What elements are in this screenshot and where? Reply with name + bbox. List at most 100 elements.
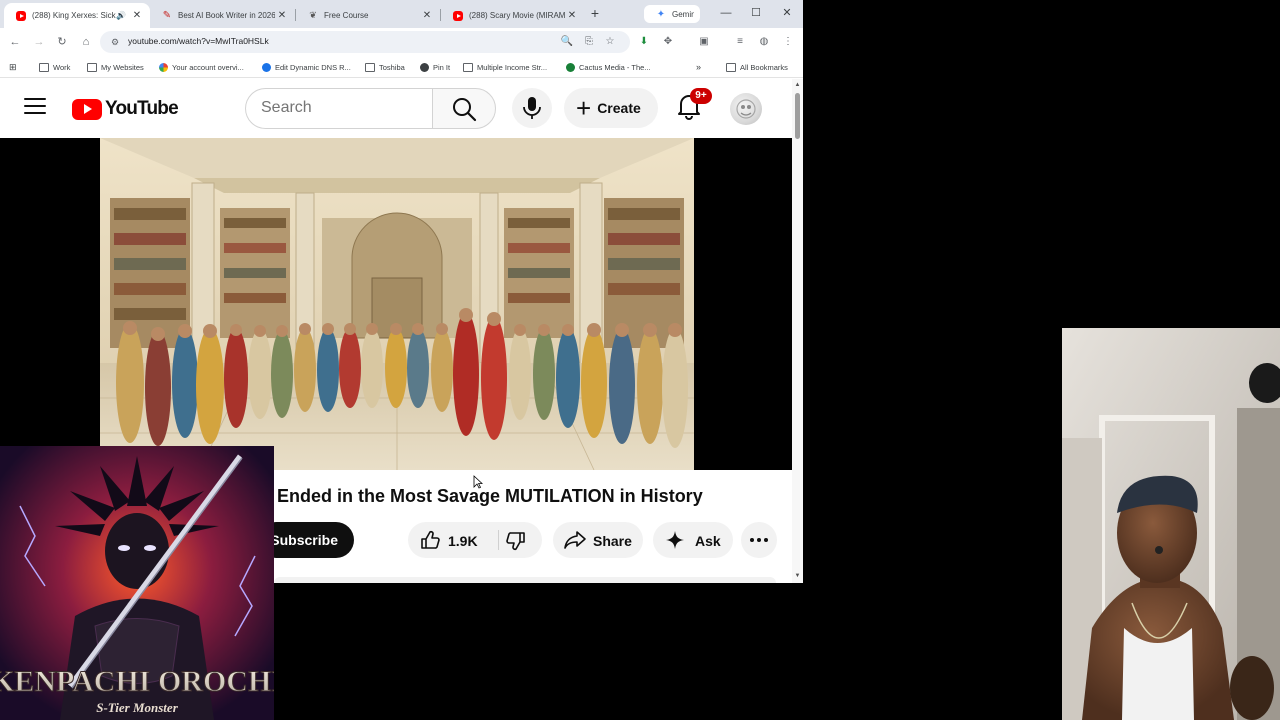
divider bbox=[498, 530, 499, 550]
pen-icon: ✎ bbox=[162, 10, 172, 21]
folder-icon bbox=[726, 62, 736, 72]
tab-king-xerxes[interactable]: (288) King Xerxes: Sick 🔊 ✕ bbox=[4, 3, 150, 28]
home-icon[interactable]: ⌂ bbox=[78, 34, 94, 50]
thumbs-down-icon[interactable] bbox=[505, 530, 527, 552]
tab-ai-book-writer[interactable]: ✎ Best AI Book Writer in 2026 ✕ bbox=[150, 3, 295, 28]
extensions-icon[interactable]: ✥ bbox=[661, 35, 675, 49]
video-frame[interactable] bbox=[100, 138, 694, 470]
description-box[interactable] bbox=[274, 577, 776, 583]
speaker-icon[interactable]: 🔊 bbox=[116, 11, 126, 20]
avatar-image bbox=[736, 99, 756, 119]
bookmark-label: Cactus Media - The... bbox=[579, 62, 651, 72]
screen: (288) King Xerxes: Sick 🔊 ✕ ✎ Best AI Bo… bbox=[0, 0, 1280, 720]
create-button[interactable]: + Create bbox=[564, 88, 658, 128]
more-dot-icon bbox=[750, 538, 754, 542]
share-button[interactable]: Share bbox=[553, 522, 643, 558]
close-window-icon[interactable]: ✕ bbox=[780, 6, 794, 20]
new-tab-button[interactable]: + bbox=[588, 6, 602, 20]
bookmark-label: Edit Dynamic DNS R... bbox=[275, 62, 351, 72]
globe-icon bbox=[262, 62, 271, 72]
scroll-thumb[interactable] bbox=[795, 93, 800, 139]
plus-icon: + bbox=[576, 93, 592, 123]
install-app-icon[interactable]: ⎘ bbox=[582, 35, 596, 49]
bookmark-label: Multiple Income Str... bbox=[477, 62, 548, 72]
tab-title: Free Course bbox=[324, 11, 369, 20]
search-button[interactable] bbox=[432, 88, 496, 129]
close-tab-icon[interactable]: ✕ bbox=[420, 10, 434, 21]
share-icon bbox=[564, 531, 586, 549]
maximize-icon[interactable]: ☐ bbox=[749, 6, 763, 20]
more-dot-icon bbox=[764, 538, 768, 542]
youtube-logo[interactable]: YouTube bbox=[72, 98, 179, 120]
forward-icon[interactable]: → bbox=[31, 34, 47, 50]
bookmark-my-websites[interactable]: My Websites bbox=[87, 61, 144, 73]
google-icon bbox=[159, 62, 168, 72]
avatar[interactable] bbox=[730, 93, 762, 125]
thumbs-up-icon[interactable] bbox=[419, 529, 441, 551]
bookmark-label: Work bbox=[53, 62, 71, 72]
close-tab-icon[interactable]: ✕ bbox=[275, 10, 289, 21]
download-icon[interactable]: ⬇ bbox=[637, 35, 651, 49]
back-icon[interactable]: ← bbox=[7, 34, 23, 50]
tab-scary-movie[interactable]: (288) Scary Movie (MIRAM ✕ bbox=[441, 3, 585, 28]
bookmark-pin-it[interactable]: Pin It bbox=[420, 61, 450, 73]
bookmark-work[interactable]: Work bbox=[39, 61, 70, 73]
guide-menu-icon[interactable] bbox=[24, 97, 46, 115]
kebab-menu-icon[interactable]: ⋮ bbox=[781, 35, 795, 49]
video-thumbnail-image bbox=[100, 138, 694, 470]
video-title: Ended in the Most Savage MUTILATION in H… bbox=[277, 486, 703, 506]
folder-icon bbox=[463, 62, 473, 72]
close-tab-icon[interactable]: ✕ bbox=[565, 10, 579, 21]
mouse-cursor-icon bbox=[473, 475, 483, 489]
bookmark-toshiba[interactable]: Toshiba bbox=[365, 61, 405, 73]
bookmark-multiple-income[interactable]: Multiple Income Str... bbox=[463, 61, 547, 73]
notification-badge: 9+ bbox=[690, 88, 712, 104]
zoom-icon[interactable]: 🔍 bbox=[560, 35, 574, 49]
close-tab-icon[interactable]: ✕ bbox=[130, 10, 144, 21]
ask-button[interactable]: Ask bbox=[653, 522, 733, 558]
page-scrollbar[interactable]: ▲ ▼ bbox=[792, 79, 803, 583]
bookmark-star-icon[interactable]: ☆ bbox=[603, 35, 617, 49]
cactus-icon bbox=[566, 62, 575, 72]
gemini-icon: ✦ bbox=[656, 8, 666, 20]
scroll-up-icon[interactable]: ▲ bbox=[794, 82, 801, 88]
more-bookmarks-icon[interactable]: » bbox=[696, 61, 701, 73]
tab-gemini[interactable]: ✦ Gemini bbox=[644, 5, 700, 23]
bookmarks-bar: ⊞ Work My Websites Your account overvi..… bbox=[0, 56, 803, 78]
profile-icon[interactable]: ◍ bbox=[757, 35, 771, 49]
bookmark-label: Your account overvi... bbox=[172, 62, 244, 72]
more-actions-button[interactable] bbox=[741, 522, 777, 558]
create-label: Create bbox=[597, 100, 641, 116]
logo-text: YouTube bbox=[105, 98, 179, 119]
voice-search-button[interactable] bbox=[512, 88, 552, 128]
video-player[interactable] bbox=[0, 138, 792, 470]
album-subtitle: S-Tier Monster bbox=[96, 700, 178, 715]
bookmark-cactus-media[interactable]: Cactus Media - The... bbox=[566, 61, 651, 73]
all-bookmarks[interactable]: All Bookmarks bbox=[726, 61, 788, 73]
scroll-down-icon[interactable]: ▼ bbox=[794, 573, 801, 579]
search-input[interactable] bbox=[261, 99, 421, 117]
search-icon bbox=[453, 98, 477, 122]
webcam-feed-image bbox=[1062, 328, 1280, 720]
search-box[interactable] bbox=[245, 88, 433, 129]
tab-free-course[interactable]: ❦ Free Course ✕ bbox=[296, 3, 440, 28]
album-art-overlay: KENPACHI OROCHI S-Tier Monster bbox=[0, 446, 274, 720]
bookmark-label: Toshiba bbox=[379, 62, 405, 72]
browser-toolbar: ← → ↻ ⌂ ⚙ youtube.com/watch?v=MwITra0HSL… bbox=[0, 28, 803, 56]
folder-icon bbox=[87, 62, 97, 72]
ask-label: Ask bbox=[695, 533, 721, 549]
like-count[interactable]: 1.9K bbox=[448, 533, 478, 549]
bookmark-account-overview[interactable]: Your account overvi... bbox=[159, 61, 244, 73]
bookmark-dynamic-dns[interactable]: Edit Dynamic DNS R... bbox=[262, 61, 351, 73]
reading-list-icon[interactable]: ≡ bbox=[733, 35, 747, 49]
url-text[interactable]: youtube.com/watch?v=MwITra0HSLk bbox=[128, 36, 269, 46]
like-dislike-group: 1.9K bbox=[408, 522, 542, 558]
reload-icon[interactable]: ↻ bbox=[54, 34, 70, 50]
screen-capture-icon[interactable]: ▣ bbox=[697, 35, 711, 49]
share-label: Share bbox=[593, 533, 632, 549]
address-bar[interactable]: ⚙ youtube.com/watch?v=MwITra0HSLk 🔍 ⎘ ☆ bbox=[100, 31, 630, 53]
album-title: KENPACHI OROCHI bbox=[0, 665, 274, 698]
apps-icon[interactable]: ⊞ bbox=[9, 61, 17, 73]
minimize-icon[interactable]: — bbox=[719, 6, 733, 20]
site-info-icon[interactable]: ⚙ bbox=[109, 36, 121, 48]
